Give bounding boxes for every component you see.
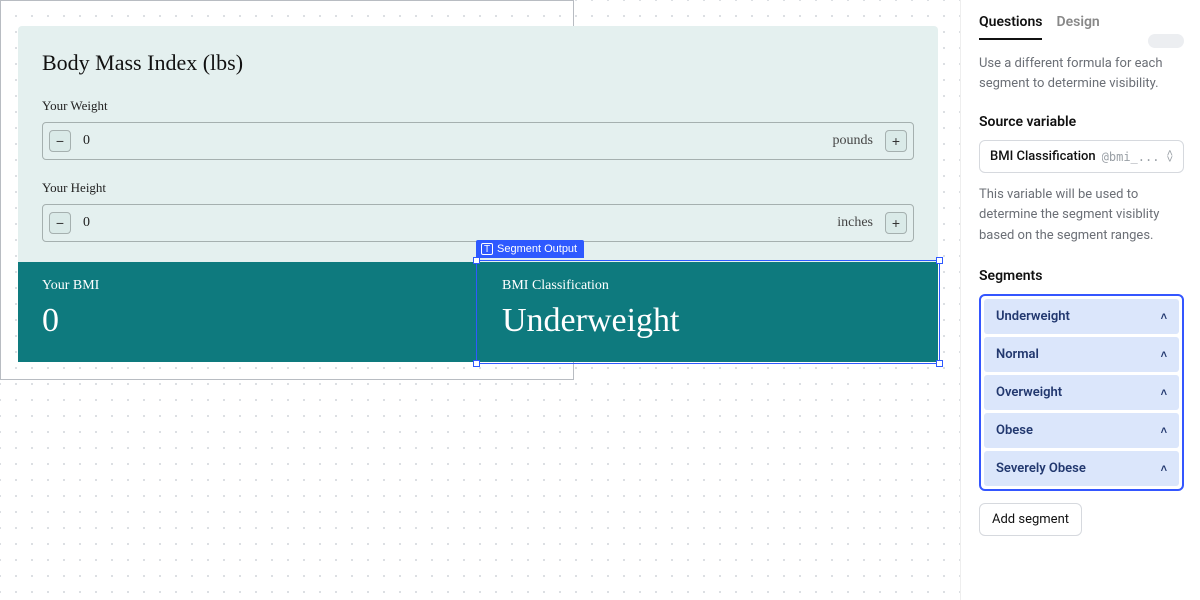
chevron-up-icon: ˄ bbox=[1161, 462, 1167, 475]
chevron-up-icon: ˄ bbox=[1161, 386, 1167, 399]
source-variable-select[interactable]: BMI Classification @bmi_... ˄˅ bbox=[979, 140, 1184, 173]
height-increment-button[interactable]: + bbox=[885, 212, 907, 234]
weight-decrement-button[interactable]: − bbox=[49, 130, 71, 152]
classification-output-label: BMI Classification bbox=[502, 278, 914, 294]
classification-output-value: Underweight bbox=[502, 302, 914, 340]
height-label: Your Height bbox=[42, 180, 914, 196]
select-stepper-icon: ˄˅ bbox=[1167, 151, 1173, 163]
chevron-up-icon: ˄ bbox=[1161, 424, 1167, 437]
segment-description: Use a different formula for each segment… bbox=[979, 54, 1184, 94]
chevron-up-icon: ˄ bbox=[1161, 348, 1167, 361]
segment-item[interactable]: Obese ˄ bbox=[984, 413, 1179, 448]
selection-tag: T Segment Output bbox=[476, 240, 584, 258]
segment-item-label: Underweight bbox=[996, 309, 1070, 324]
form-title: Body Mass Index (lbs) bbox=[42, 50, 914, 76]
height-decrement-button[interactable]: − bbox=[49, 212, 71, 234]
bmi-output-value: 0 bbox=[42, 302, 454, 340]
bmi-output-label: Your BMI bbox=[42, 278, 454, 294]
source-variable-name: BMI Classification bbox=[990, 149, 1096, 164]
source-variable-help: This variable will be used to determine … bbox=[979, 185, 1184, 245]
segment-item[interactable]: Normal ˄ bbox=[984, 337, 1179, 372]
segment-item[interactable]: Overweight ˄ bbox=[984, 375, 1179, 410]
weight-label: Your Weight bbox=[42, 98, 914, 114]
source-variable-token: @bmi_... bbox=[1102, 150, 1161, 164]
segment-item-label: Overweight bbox=[996, 385, 1062, 400]
toggle-partial[interactable] bbox=[1148, 34, 1184, 48]
form-card[interactable]: Body Mass Index (lbs) Your Weight − 0 po… bbox=[18, 26, 938, 362]
segment-item[interactable]: Severely Obese ˄ bbox=[984, 451, 1179, 486]
segment-item-label: Obese bbox=[996, 423, 1033, 438]
results-row: Your BMI 0 T Segment Output BMI Classifi… bbox=[18, 262, 938, 362]
segments-list: Underweight ˄ Normal ˄ Overweight ˄ Obes… bbox=[979, 294, 1184, 491]
resize-handle[interactable] bbox=[936, 360, 943, 367]
height-unit: inches bbox=[831, 215, 879, 231]
weight-increment-button[interactable]: + bbox=[885, 130, 907, 152]
bmi-output: Your BMI 0 bbox=[18, 262, 478, 362]
sidebar: Questions Design Use a different formula… bbox=[960, 0, 1200, 600]
weight-value[interactable]: 0 bbox=[77, 133, 827, 149]
segment-item-label: Severely Obese bbox=[996, 461, 1086, 476]
canvas[interactable]: Body Mass Index (lbs) Your Weight − 0 po… bbox=[0, 0, 960, 600]
weight-unit: pounds bbox=[827, 133, 879, 149]
tab-design[interactable]: Design bbox=[1056, 14, 1099, 40]
segments-label: Segments bbox=[979, 268, 1184, 284]
segment-item[interactable]: Underweight ˄ bbox=[984, 299, 1179, 334]
height-input[interactable]: − 0 inches + bbox=[42, 204, 914, 242]
segment-item-label: Normal bbox=[996, 347, 1039, 362]
resize-handle[interactable] bbox=[936, 257, 943, 264]
selection-tag-label: Segment Output bbox=[497, 243, 577, 255]
source-variable-label: Source variable bbox=[979, 114, 1184, 130]
add-segment-button[interactable]: Add segment bbox=[979, 503, 1082, 536]
chevron-up-icon: ˄ bbox=[1161, 310, 1167, 323]
classification-output[interactable]: T Segment Output BMI Classification Unde… bbox=[478, 262, 938, 362]
weight-input[interactable]: − 0 pounds + bbox=[42, 122, 914, 160]
text-type-icon: T bbox=[481, 243, 493, 255]
tab-questions[interactable]: Questions bbox=[979, 14, 1042, 40]
height-value[interactable]: 0 bbox=[77, 215, 831, 231]
